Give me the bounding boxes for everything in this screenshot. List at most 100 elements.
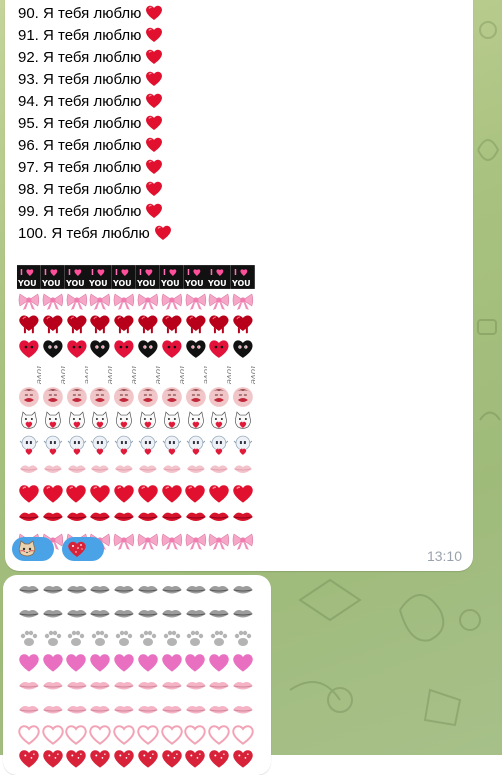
pink-lips-icon <box>112 698 136 722</box>
red-and-black-heart-icon <box>112 337 136 361</box>
grey-lips-icon <box>207 578 231 602</box>
red-heart-icon <box>41 481 65 505</box>
red-kiss-lips-icon <box>17 505 41 529</box>
pink-lips-icon <box>65 674 89 698</box>
red-heart-icon <box>184 481 208 505</box>
shaking-face-heart-icon <box>184 433 208 457</box>
i-love-you-sticker-icon: I YOU <box>64 265 89 289</box>
cat-emoji-icon <box>15 539 39 559</box>
message-line: 91. Я тебя люблю <box>18 25 172 47</box>
outlined-heart-icon <box>41 722 65 746</box>
grey-paw-icon <box>136 626 160 650</box>
pink-lips-icon <box>231 674 255 698</box>
melting-red-heart-icon <box>207 313 231 337</box>
hugging-cat-heart-icon <box>231 409 255 433</box>
pink-heart-icon <box>88 650 112 674</box>
pink-bow-icon <box>160 289 184 313</box>
pink-lips-icon <box>88 674 112 698</box>
message-line: 96. Я тебя люблю <box>18 135 172 157</box>
shaking-face-heart-icon <box>136 433 160 457</box>
love-text-sticker-icon: love <box>41 361 65 385</box>
i-love-you-sticker-icon: I YOU <box>135 265 160 289</box>
grey-paw-icon <box>184 626 208 650</box>
pink-bow-icon <box>160 529 184 553</box>
pink-lips-icon <box>184 698 208 722</box>
red-and-black-heart-icon <box>207 337 231 361</box>
red-sparkle-heart-icon <box>136 746 160 770</box>
outlined-heart-icon <box>112 722 136 746</box>
outlined-heart-icon <box>184 722 208 746</box>
red-heart-icon <box>112 481 136 505</box>
melting-red-heart-icon <box>136 313 160 337</box>
hugging-cat-heart-icon <box>88 409 112 433</box>
grey-paw-icon <box>231 626 255 650</box>
svg-text:love: love <box>200 366 207 385</box>
red-kiss-lips-icon <box>88 505 112 529</box>
red-and-black-heart-icon <box>88 337 112 361</box>
grey-lips-icon <box>160 578 184 602</box>
kissing-lips-portrait-icon <box>231 385 255 409</box>
red-sparkle-heart-icon <box>207 746 231 770</box>
svg-text:I: I <box>210 268 213 277</box>
red-heart-icon <box>154 224 172 241</box>
grey-lips-icon <box>88 578 112 602</box>
red-heart-icon <box>145 114 163 131</box>
pink-kiss-icon <box>231 457 255 481</box>
kissing-lips-portrait-icon <box>207 385 231 409</box>
hugging-cat-heart-icon <box>65 409 89 433</box>
kissing-lips-portrait-icon <box>41 385 65 409</box>
grey-lips-icon <box>160 602 184 626</box>
melting-red-heart-icon <box>41 313 65 337</box>
melting-red-heart-icon <box>231 313 255 337</box>
reaction-chip[interactable] <box>62 537 104 561</box>
i-love-you-sticker-icon: I YOU <box>40 265 65 289</box>
red-heart-icon <box>136 481 160 505</box>
svg-text:I: I <box>139 268 142 277</box>
pink-lips-icon <box>41 698 65 722</box>
shaking-face-heart-icon <box>41 433 65 457</box>
pink-lips-icon <box>136 674 160 698</box>
svg-text:love: love <box>153 366 160 385</box>
pink-kiss-icon <box>160 457 184 481</box>
pink-bow-icon <box>136 289 160 313</box>
pink-bow-icon <box>231 529 255 553</box>
grey-lips-icon <box>207 602 231 626</box>
i-love-you-sticker-icon: I YOU <box>159 265 184 289</box>
pink-lips-icon <box>17 698 41 722</box>
pink-bow-icon <box>112 529 136 553</box>
red-heart-icon <box>145 180 163 197</box>
melting-red-heart-icon <box>160 313 184 337</box>
shaking-face-heart-icon <box>207 433 231 457</box>
grey-lips-icon <box>88 602 112 626</box>
red-heart-icon <box>145 158 163 175</box>
pink-bow-icon <box>88 289 112 313</box>
message-line: 98. Я тебя люблю <box>18 179 172 201</box>
pink-lips-icon <box>17 674 41 698</box>
red-heart-icon <box>17 481 41 505</box>
melting-red-heart-icon <box>184 313 208 337</box>
pink-lips-icon <box>207 698 231 722</box>
red-and-black-heart-icon <box>136 337 160 361</box>
svg-text:YOU: YOU <box>17 279 37 288</box>
red-heart-icon <box>207 481 231 505</box>
love-text-sticker-icon: love <box>136 361 160 385</box>
svg-text:I: I <box>115 268 118 277</box>
svg-text:I: I <box>91 268 94 277</box>
red-sparkle-heart-icon <box>88 746 112 770</box>
pink-bow-icon <box>41 289 65 313</box>
reaction-chip[interactable] <box>12 537 54 561</box>
pink-bow-icon <box>112 289 136 313</box>
pink-lips-icon <box>207 674 231 698</box>
pink-kiss-icon <box>136 457 160 481</box>
kissing-lips-portrait-icon <box>160 385 184 409</box>
grey-paw-icon <box>207 626 231 650</box>
kissing-lips-portrait-icon <box>136 385 160 409</box>
pink-bow-icon <box>65 289 89 313</box>
red-kiss-lips-icon <box>41 505 65 529</box>
pink-kiss-icon <box>17 457 41 481</box>
pink-heart-icon <box>17 650 41 674</box>
i-love-you-sticker-icon: I YOU <box>231 265 255 289</box>
love-text-sticker-icon: love <box>112 361 136 385</box>
red-sparkle-heart-icon <box>231 746 255 770</box>
message-line: 97. Я тебя люблю <box>18 157 172 179</box>
